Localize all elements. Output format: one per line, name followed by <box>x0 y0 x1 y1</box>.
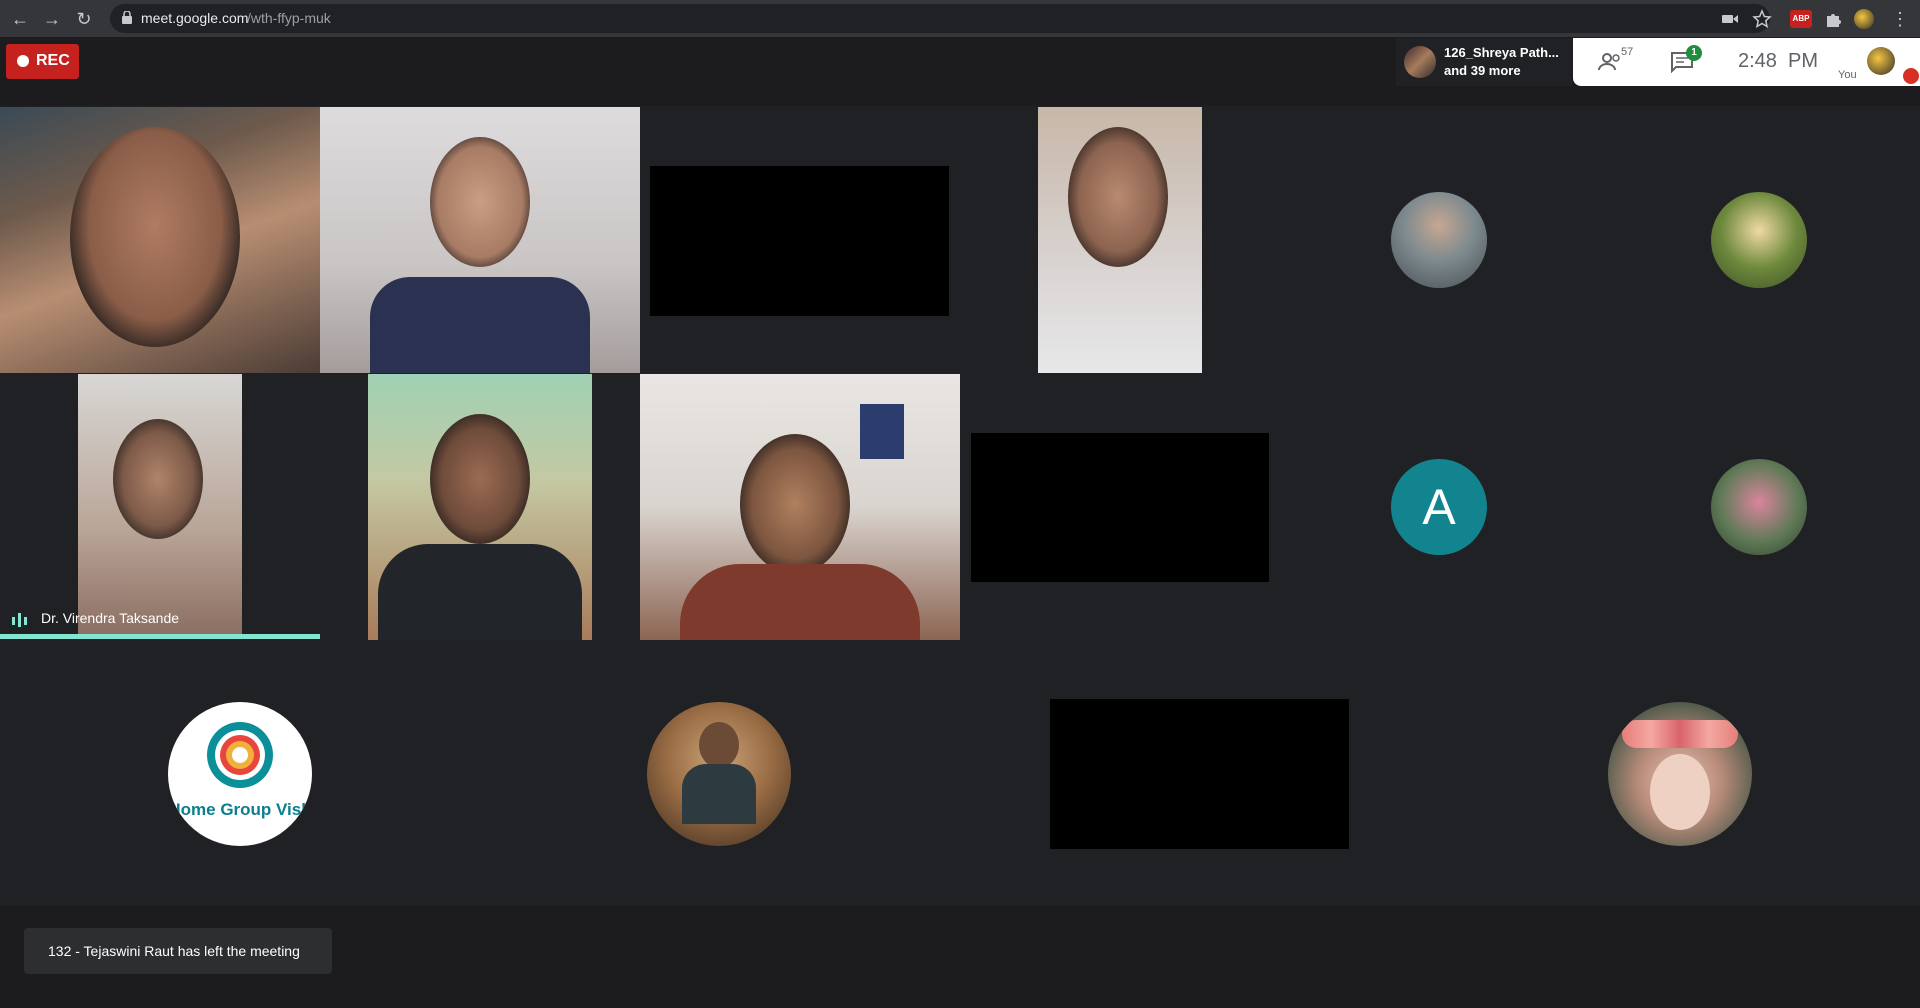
participant-video <box>378 544 582 640</box>
participant-video <box>430 414 530 544</box>
participant-photo <box>699 722 739 768</box>
poster-in-background <box>860 404 904 459</box>
mic-off-icon <box>1903 68 1919 84</box>
video-tile-off[interactable] <box>971 433 1269 582</box>
meet-controls: 57 1 2:48 PM You <box>1573 38 1920 86</box>
people-count: 57 <box>1621 46 1634 58</box>
adblock-extension-icon[interactable]: ABP <box>1790 10 1812 28</box>
home-group-logo-text: Home Group Vish <box>168 800 312 819</box>
self-label: You <box>1838 69 1857 81</box>
browser-toolbar: ← → ↻ meet.google.com /wth-ffyp-muk ABP … <box>0 0 1920 38</box>
participant-video <box>70 127 240 347</box>
video-tile-off[interactable] <box>650 166 949 316</box>
participant-video <box>1068 127 1168 267</box>
participant-avatar[interactable] <box>1391 192 1487 288</box>
presenter-info[interactable]: 126_Shreya Path... and 39 more <box>1396 38 1572 86</box>
star-icon[interactable] <box>1752 9 1772 29</box>
participant-photo <box>1650 754 1710 830</box>
notification-toast: 132 - Tejaswini Raut has left the meetin… <box>24 928 332 974</box>
url-path: /wth-ffyp-muk <box>247 10 331 26</box>
camera-icon[interactable] <box>1720 9 1740 29</box>
participant-photo <box>682 764 756 824</box>
participant-video <box>370 277 590 373</box>
lock-icon <box>122 11 132 24</box>
menu-kebab-icon[interactable]: ⋮ <box>1890 9 1910 29</box>
participant-video <box>430 137 530 267</box>
profile-avatar-icon[interactable] <box>1854 9 1874 29</box>
notification-text: 132 - Tejaswini Raut has left the meetin… <box>48 943 300 959</box>
participant-avatar[interactable] <box>1608 702 1752 846</box>
participant-avatar[interactable] <box>647 702 791 846</box>
target-logo-icon <box>207 722 273 788</box>
clock: 2:48 PM <box>1738 50 1819 72</box>
reload-icon[interactable]: ↻ <box>72 7 96 31</box>
video-tile[interactable] <box>0 107 320 373</box>
recording-badge: REC <box>6 44 79 79</box>
chat-badge: 1 <box>1686 45 1702 61</box>
presenter-avatar <box>1404 46 1436 78</box>
presenter-more-count: and 39 more <box>1444 63 1521 78</box>
participant-video <box>113 419 203 539</box>
active-speaker-name: Dr. Virendra Taksande <box>41 610 180 626</box>
forward-arrow-icon[interactable]: → <box>40 7 64 31</box>
audio-level-icon <box>12 613 27 627</box>
video-tile[interactable] <box>1038 107 1202 373</box>
self-avatar[interactable] <box>1867 47 1895 75</box>
video-tile[interactable] <box>78 374 242 634</box>
participant-video <box>740 434 850 574</box>
video-tile[interactable] <box>368 374 592 640</box>
video-tile[interactable] <box>640 374 960 640</box>
address-bar[interactable] <box>110 4 1770 33</box>
video-tile[interactable] <box>320 107 640 373</box>
letter-avatar[interactable]: A <box>1391 459 1487 555</box>
back-arrow-icon[interactable]: ← <box>8 7 32 31</box>
active-speaker-indicator <box>0 634 320 639</box>
recording-label: REC <box>36 52 70 69</box>
video-tile-off[interactable] <box>1050 699 1349 849</box>
recording-dot-icon <box>17 55 29 67</box>
participant-avatar[interactable] <box>1711 459 1807 555</box>
participant-video <box>680 564 920 640</box>
presenter-name: 126_Shreya Path... <box>1444 45 1559 60</box>
participant-avatar[interactable] <box>1711 192 1807 288</box>
url-host: meet.google.com <box>141 10 249 26</box>
flower-crown-decoration <box>1622 720 1738 748</box>
home-group-logo-avatar[interactable]: Home Group Vish <box>168 702 312 846</box>
puzzle-extensions-icon[interactable] <box>1823 9 1843 29</box>
